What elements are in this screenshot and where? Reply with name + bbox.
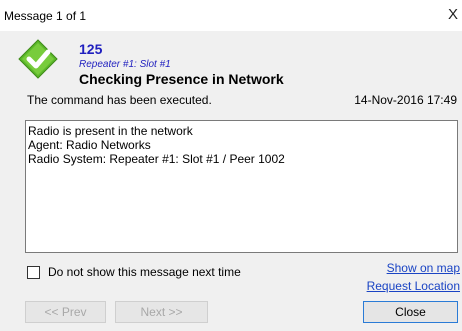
show-on-map-link[interactable]: Show on map: [387, 261, 460, 275]
dont-show-option[interactable]: Do not show this message next time: [27, 265, 241, 279]
timestamp: 14-Nov-2016 17:49: [354, 93, 457, 107]
window-title: Message 1 of 1: [4, 9, 87, 23]
message-details[interactable]: Radio is present in the network Agent: R…: [25, 120, 458, 253]
dont-show-checkbox[interactable]: [27, 265, 40, 279]
message-header: 125 Repeater #1: Slot #1 Checking Presen…: [0, 31, 462, 113]
prev-button[interactable]: << Prev: [25, 301, 106, 323]
close-button[interactable]: Close: [363, 301, 458, 323]
message-source: Repeater #1: Slot #1: [79, 59, 171, 70]
success-check-icon: [18, 39, 58, 79]
message-body: Radio is present in the network Agent: R…: [0, 113, 462, 331]
title-bar: Message 1 of 1 X: [0, 0, 462, 31]
next-button[interactable]: Next >>: [115, 301, 208, 323]
dont-show-label[interactable]: Do not show this message next time: [48, 265, 241, 279]
close-icon[interactable]: X: [448, 7, 462, 23]
message-title: Checking Presence in Network: [79, 71, 284, 87]
request-location-link[interactable]: Request Location: [367, 279, 460, 293]
message-id: 125: [79, 41, 103, 57]
status-text: The command has been executed.: [27, 93, 212, 107]
